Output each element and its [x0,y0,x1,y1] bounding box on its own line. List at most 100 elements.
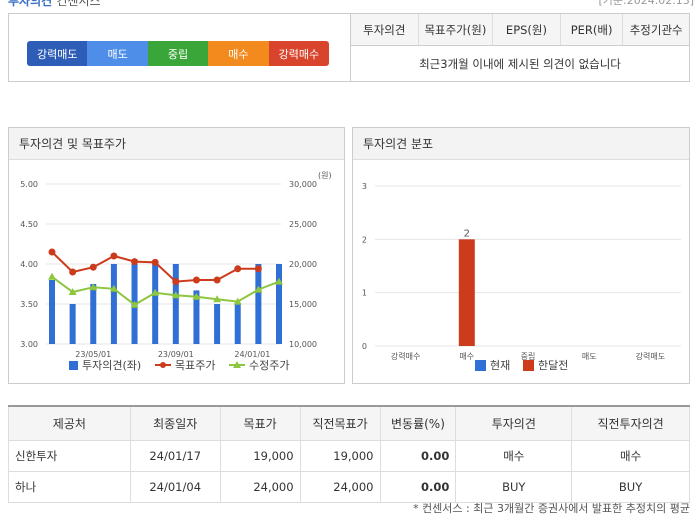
table-cell: BUY [455,470,573,503]
opinion-bar [172,264,179,344]
y-left-tick-label: 3.00 [20,340,38,349]
legend-swatch-opinion [69,361,78,370]
table-header-cell: 직전투자의견 [571,406,690,441]
opinion-bar [69,304,76,344]
target-price-point [172,278,180,286]
table-cell: 신한투자 [8,439,131,472]
table-cell: 0.00 [379,439,457,472]
opinion-scale: 강력매도 매도 중립 매수 강력매수 [27,41,329,66]
adjusted-price-point [48,272,56,280]
consensus-summary: 투자의견 목표주가(원) EPS(원) PER(배) 추정기관수 최근3개월 이내에 제… [350,13,690,82]
legend-swatch-current [475,360,486,371]
target-price-point [131,258,139,266]
opinion-scale-panel: 강력매도 매도 중립 매수 강력매수 [8,13,350,82]
table-cell: 24/01/04 [129,470,221,503]
x-tick-label: 매도 [582,352,597,361]
opinion-distribution-panel: 투자의견 분포 3 2 1 0 강력매수 매수 2 중립 매도 강력매도 현재 한달전 [352,127,690,384]
target-price-point [89,263,97,271]
table-header-cell: 최종일자 [129,406,221,441]
scale-item: 강력매수 [268,41,329,66]
target-price-point [69,268,77,276]
opinion-bar [49,280,55,344]
x-tick-label: 매수 [459,352,474,361]
y-tick-label: 1 [362,289,367,298]
summary-header-cell: 투자의견 [351,14,419,45]
target-price-point [110,252,118,260]
data-label: 2 [464,228,470,239]
target-price-point [234,265,242,273]
distribution-bar [458,239,475,346]
legend-label: 목표주가 [175,359,215,372]
y-right-tick-label: 20,000 [289,260,317,269]
summary-header-cell: 추정기관수 [629,22,683,37]
summary-header-cell: PER(배) [561,14,624,45]
table-cell: 0.00 [379,470,457,503]
legend-label: 한달전 [538,359,568,372]
opinion-target-chart-panel: 투자의견 및 목표주가 5.00 4.50 4.00 3.50 3.00 30,000 25… [8,127,345,384]
scale-item: 매도 [87,41,148,66]
table-header-cell: 투자의견 [455,406,573,441]
section-header: 투자의견 컨센서스 [기준:2024.02.13] [0,0,698,8]
footnote: * 컨센서스 : 최근 3개월간 증권사에서 발표한 추정치의 평균 [413,502,690,515]
scale-item: 중립 [147,41,209,66]
opinion-bar [234,304,241,344]
summary-header-cell: EPS(원) [493,14,561,45]
opinion-bar [276,264,282,344]
target-price-point [192,276,200,284]
opinion-target-chart: 5.00 4.50 4.00 3.50 3.00 30,000 25,000 20,000 15… [20,171,332,372]
target-price-point [213,276,221,284]
opinion-distribution-chart: 3 2 1 0 강력매수 매수 2 중립 매도 강력매도현재 한달전 [362,182,681,372]
table-cell: 매수 [455,439,573,472]
summary-header-cell: 목표주가(원) [419,14,494,45]
scale-item: 매수 [208,41,269,66]
y-left-tick-label: 4.00 [20,260,38,269]
table-cell: 24,000 [219,470,301,503]
table-header-cell: 제공처 [8,406,131,441]
x-tick-label: 강력매도 [636,351,665,361]
opinion-bar [255,264,262,344]
table-cell: 24,000 [299,470,381,503]
table-cell: 19,000 [219,439,301,472]
opinion-bar [90,284,97,344]
opinion-bar [152,264,159,344]
table-header-cell: 직전목표가 [299,406,381,441]
panel-title: 투자의견 분포 [353,128,689,160]
table-row: 하나 24/01/04 24,000 24,000 0.00 BUY BUY [8,470,690,503]
legend-label: 현재 [490,359,510,372]
legend-label: 투자의견(좌) [82,359,141,372]
no-opinion-message: 최근3개월 이내에 제시된 의견이 없습니다 [419,56,621,71]
table-cell: 24/01/17 [129,439,221,472]
y-left-tick-label: 4.50 [20,220,38,229]
table-cell: 매수 [571,439,690,472]
y-right-tick-label: 10,000 [289,340,317,349]
adjusted-price-line [51,275,280,307]
x-tick-label: 23/09/01 [158,350,194,359]
table-cell: BUY [571,470,690,503]
y-right-unit: (원) [318,171,332,180]
opinion-bar [110,264,117,344]
y-left-tick-label: 3.50 [20,300,38,309]
opinion-bar [214,304,221,344]
table-header-cell: 목표가 [219,406,301,441]
y-tick-label: 0 [362,342,367,351]
y-right-tick-label: 30,000 [289,180,317,189]
x-tick-label: 중립 [521,352,536,361]
table-row: 신한투자 24/01/17 19,000 19,000 0.00 매수 매수 [8,439,690,472]
x-tick-label: 강력매수 [391,351,420,361]
table-header-cell: 변동률(%) [379,406,457,441]
y-right-tick-label: 25,000 [289,220,317,229]
y-tick-label: 3 [362,182,367,191]
table-cell: 19,000 [299,439,381,472]
x-tick-label: 24/01/01 [234,350,270,359]
x-tick-label: 23/05/01 [75,350,111,359]
y-right-tick-label: 15,000 [289,300,317,309]
scale-item: 강력매도 [27,41,88,66]
panel-title: 투자의견 및 목표주가 [9,128,344,160]
legend-swatch-month-ago [523,360,534,371]
base-date: [기준:2024.02.13] [598,0,694,7]
target-price-point [48,248,56,256]
table-cell: 하나 [8,470,131,503]
target-price-point [151,258,159,266]
provider-table: 제공처 최종일자 목표가 직전목표가 변동률(%) 투자의견 직전투자의견 신한투자 24/0… [8,405,690,503]
y-left-tick-label: 5.00 [20,180,38,189]
